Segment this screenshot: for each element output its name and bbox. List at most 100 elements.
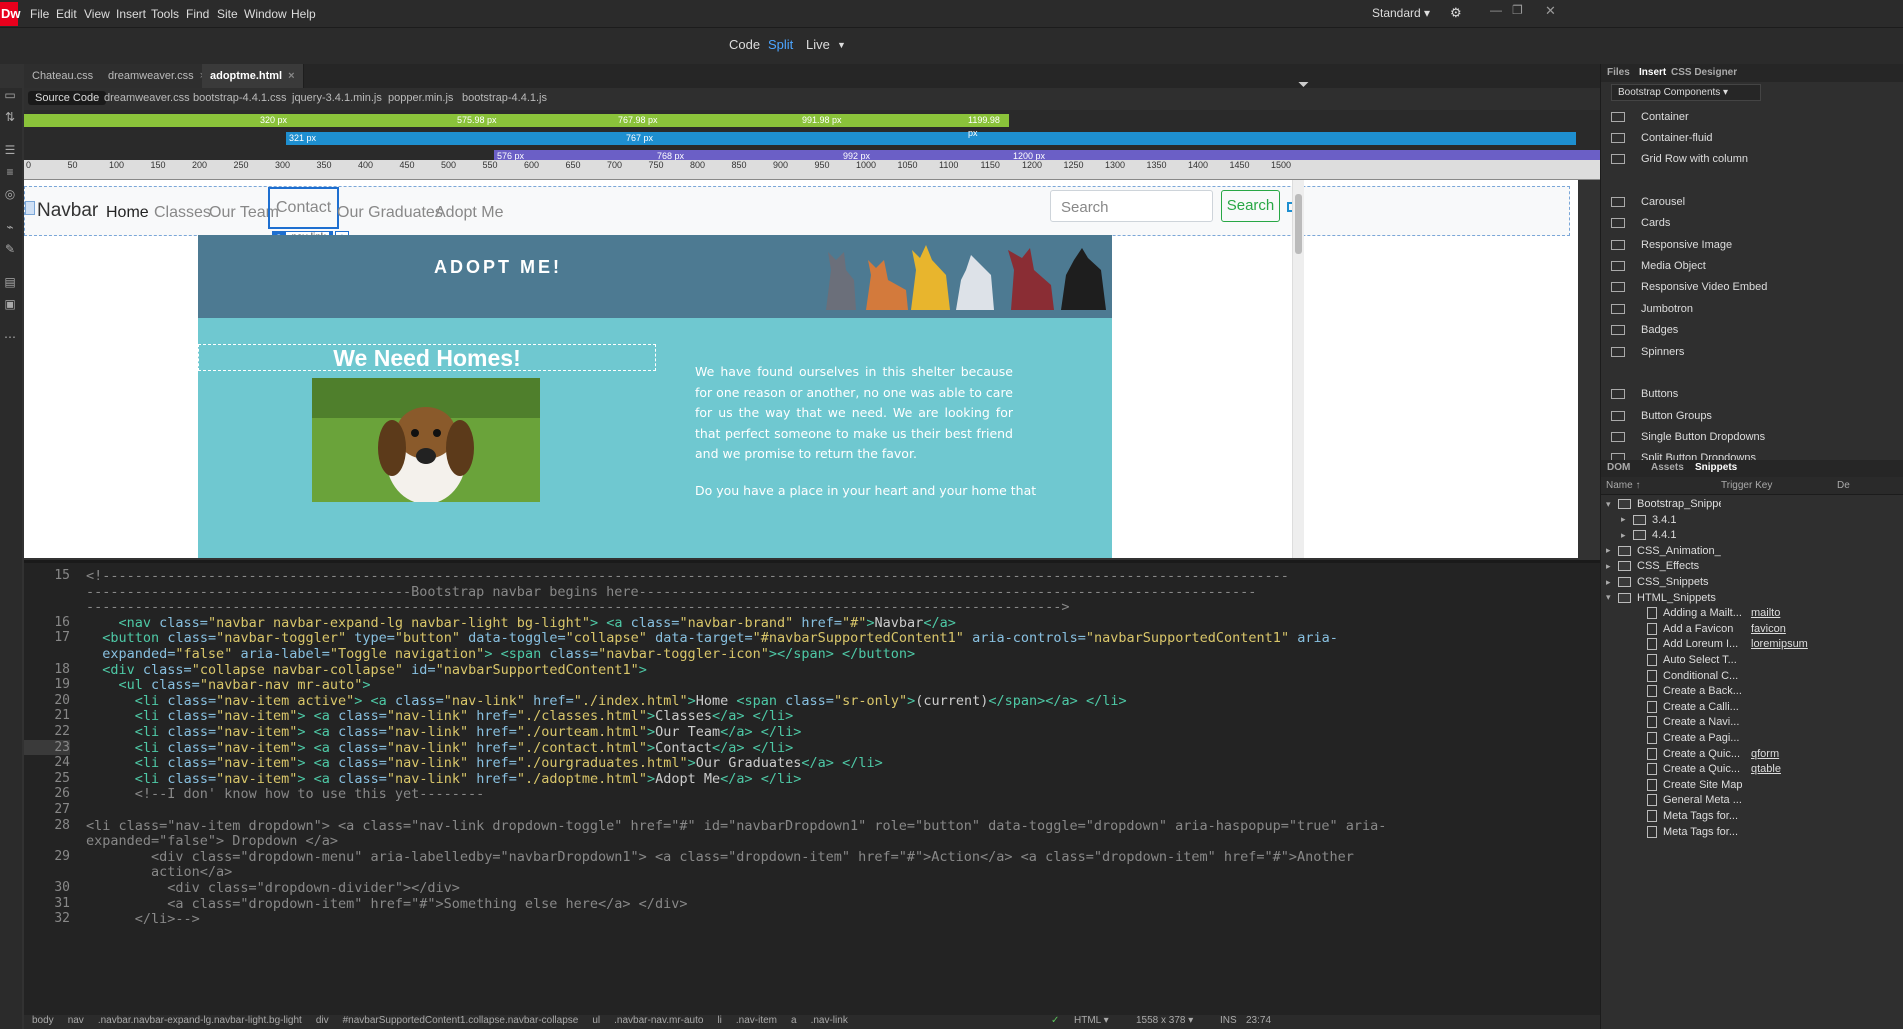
more-icon[interactable]: ⋯ <box>3 330 17 344</box>
tag-selector-item[interactable]: ul <box>592 1015 600 1026</box>
code-line[interactable]: <div class="dropdown-menu" aria-labelled… <box>86 849 1354 865</box>
code-line[interactable]: ----------------------------------------… <box>86 599 1069 615</box>
chevron-down-icon[interactable]: ▼ <box>837 40 846 50</box>
code-view-button[interactable]: Code <box>729 37 760 52</box>
menu-help[interactable]: Help <box>291 7 316 21</box>
menu-edit[interactable]: Edit <box>56 7 77 21</box>
filter-icon[interactable]: ⏷ <box>1298 76 1309 93</box>
code-line[interactable]: <li class="nav-item"> <a class="nav-link… <box>86 724 802 740</box>
chevron-right-icon[interactable]: ▸ <box>1606 545 1618 556</box>
code-format-icon[interactable]: ☰ <box>3 143 17 157</box>
component-carousel[interactable]: Carousel <box>1611 192 1685 212</box>
component-container[interactable]: Container <box>1611 107 1689 127</box>
menu-tools[interactable]: Tools <box>151 7 179 21</box>
component-responsive-video-embed[interactable]: Responsive Video Embed <box>1611 277 1767 297</box>
chevron-right-icon[interactable]: ▸ <box>1621 530 1633 541</box>
panel-tab-dom[interactable]: DOM <box>1607 462 1630 473</box>
code-line[interactable]: ----------------------------------------… <box>86 584 1256 600</box>
code-line[interactable]: <div class="dropdown-divider"></div> <box>86 880 460 896</box>
related-file-5[interactable]: bootstrap-4.4.1.js <box>462 92 547 104</box>
close-icon[interactable]: × <box>288 70 294 82</box>
mq-label[interactable]: 321 px <box>286 132 319 145</box>
menu-find[interactable]: Find <box>186 7 209 21</box>
nav-link-classes[interactable]: Classes <box>154 204 211 222</box>
related-file-4[interactable]: popper.min.js <box>388 92 453 104</box>
menu-window[interactable]: Window <box>244 7 287 21</box>
mq-label[interactable]: 1199.98 px <box>965 114 1009 138</box>
mq-label[interactable]: 767 px <box>623 132 656 145</box>
chevron-right-icon[interactable]: ▸ <box>1606 577 1618 588</box>
format-source-icon[interactable]: ≡ <box>3 165 17 179</box>
related-file-3[interactable]: jquery-3.4.1.min.js <box>292 92 382 104</box>
component-cards[interactable]: Cards <box>1611 213 1670 233</box>
open-documents-icon[interactable]: ▭ <box>3 88 17 102</box>
code-view[interactable]: 15 <!------------------------------------… <box>24 560 1600 1015</box>
snippet-icon[interactable]: ▤ <box>3 275 17 289</box>
window-size-select[interactable]: 1558 x 378 ▾ <box>1136 1015 1193 1026</box>
mq-label[interactable]: 767.98 px <box>615 114 661 127</box>
tag-selector-item[interactable]: .nav-link <box>811 1015 848 1026</box>
code-line[interactable]: expanded="false"> Dropdown </a> <box>86 833 338 849</box>
split-divider[interactable] <box>24 560 1600 563</box>
component-single-button-dropdowns[interactable]: Single Button Dropdowns <box>1611 427 1765 447</box>
code-line[interactable]: <button class="navbar-toggler" type="but… <box>86 630 1338 646</box>
tab-adoptme-html[interactable]: adoptme.html × <box>202 64 304 88</box>
code-line[interactable]: <li class="nav-item"> <a class="nav-link… <box>86 708 794 724</box>
code-line[interactable]: action</a> <box>86 864 232 880</box>
nav-link-home[interactable]: Home <box>106 204 149 222</box>
code-line[interactable]: <div class="collapse navbar-collapse" id… <box>86 662 647 678</box>
code-line[interactable]: <li class="nav-item"> <a class="nav-link… <box>86 755 883 771</box>
wrap-tag-icon[interactable]: ◎ <box>3 187 17 201</box>
live-scrollbar[interactable] <box>1292 180 1304 558</box>
code-line[interactable]: <!--I don' know how to use this yet-----… <box>86 786 485 802</box>
panel-tab-snippets[interactable]: Snippets <box>1695 462 1737 473</box>
component-buttons[interactable]: Buttons <box>1611 384 1678 404</box>
search-input[interactable]: Search <box>1050 190 1213 222</box>
comment-icon[interactable]: ⌁ <box>3 220 17 234</box>
component-container-fluid[interactable]: Container-fluid <box>1611 128 1713 148</box>
minimize-button[interactable]: — <box>1490 3 1502 17</box>
nav-link-contact[interactable]: Contact <box>268 187 340 229</box>
nav-link-our-graduates[interactable]: Our Graduates <box>337 204 443 222</box>
component-button-groups[interactable]: Button Groups <box>1611 406 1712 426</box>
mq-label[interactable]: 575.98 px <box>454 114 500 127</box>
snippet-file[interactable]: Meta Tags for... <box>1635 823 1747 841</box>
tag-selector-item[interactable]: a <box>791 1015 797 1026</box>
search-button[interactable]: Search <box>1221 190 1280 222</box>
scroll-thumb[interactable] <box>1295 194 1302 254</box>
maximize-button[interactable]: ❐ <box>1512 3 1523 17</box>
code-line[interactable]: expanded="false" aria-label="Toggle navi… <box>86 646 915 662</box>
gear-icon[interactable]: ⚙ <box>1450 5 1462 21</box>
mq-label[interactable]: 320 px <box>257 114 290 127</box>
file-management-icon[interactable]: ⇅ <box>3 110 17 124</box>
component-responsive-image[interactable]: Responsive Image <box>1611 235 1732 255</box>
related-file-0[interactable]: Source Code <box>28 91 107 105</box>
category-select[interactable]: Bootstrap Components ▾ <box>1611 84 1761 101</box>
code-line[interactable]: <a class="dropdown-item" href="#">Someth… <box>86 896 687 912</box>
brush-icon[interactable]: ✎ <box>3 242 17 256</box>
panel-tab-insert[interactable]: Insert <box>1639 67 1666 78</box>
chevron-down-icon[interactable]: ▾ <box>1606 499 1618 510</box>
menu-file[interactable]: File <box>30 7 49 21</box>
component-jumbotron[interactable]: Jumbotron <box>1611 299 1693 319</box>
related-file-2[interactable]: bootstrap-4.4.1.css <box>193 92 287 104</box>
component-spinners[interactable]: Spinners <box>1611 342 1684 362</box>
code-line[interactable]: <nav class="navbar navbar-expand-lg navb… <box>86 615 956 631</box>
code-line[interactable]: <!--------------------------------------… <box>86 568 1289 584</box>
code-line[interactable]: <li class="nav-item"> <a class="nav-link… <box>86 771 802 787</box>
chevron-right-icon[interactable]: ▸ <box>1621 514 1633 525</box>
tag-selector-item[interactable]: .navbar.navbar-expand-lg.navbar-light.bg… <box>98 1015 302 1026</box>
component-media-object[interactable]: Media Object <box>1611 256 1706 276</box>
nav-link-adopt-me[interactable]: Adopt Me <box>435 204 503 222</box>
tag-selector-item[interactable]: li <box>717 1015 721 1026</box>
menu-site[interactable]: Site <box>217 7 238 21</box>
live-view-button[interactable]: Live <box>806 37 830 52</box>
doctype-select[interactable]: HTML ▾ <box>1074 1015 1109 1026</box>
workspace-switcher[interactable]: Standard ▾ <box>1372 6 1430 20</box>
panel-tab-assets[interactable]: Assets <box>1651 462 1684 473</box>
code-line[interactable]: </li>--> <box>86 911 200 927</box>
component-badges[interactable]: Badges <box>1611 320 1678 340</box>
chevron-right-icon[interactable]: ▸ <box>1606 561 1618 572</box>
tag-selector-item[interactable]: body <box>32 1015 54 1026</box>
chevron-down-icon[interactable]: ▾ <box>1606 592 1618 603</box>
